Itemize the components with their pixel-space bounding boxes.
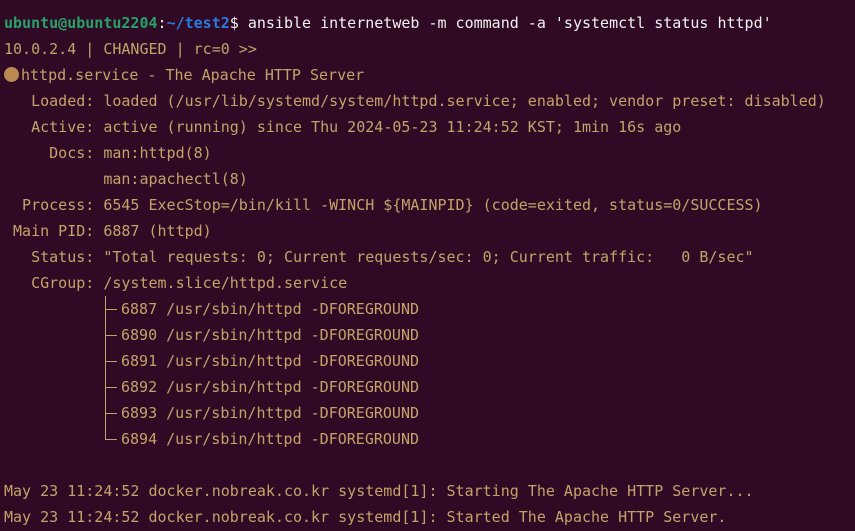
tree-branch-icon (105, 296, 117, 322)
docs-line: Docs: man:httpd(8) (4, 144, 212, 162)
main-pid-line: Main PID: 6887 (httpd) (4, 222, 212, 240)
cgroup-process: 6894 /usr/sbin/httpd -DFOREGROUND (121, 430, 420, 448)
process-line: Process: 6545 ExecStop=/bin/kill -WINCH … (4, 196, 763, 214)
result-header: 10.0.2.4 | CHANGED | rc=0 >> (4, 40, 257, 58)
command-text: ansible internetweb -m command -a 'syste… (238, 14, 772, 32)
tree-branch-icon (105, 348, 117, 374)
log-line: May 23 11:24:52 docker.nobreak.co.kr sys… (4, 482, 754, 500)
prompt-symbol: $ (229, 14, 239, 32)
service-title-line: httpd.service - The Apache HTTP Server (4, 62, 364, 88)
docs-line-2: man:apachectl(8) (4, 170, 248, 188)
cgroup-process: 6890 /usr/sbin/httpd -DFOREGROUND (121, 326, 420, 344)
status-dot-icon (4, 67, 19, 82)
cgroup-process: 6887 /usr/sbin/httpd -DFOREGROUND (121, 300, 420, 318)
prompt-user-host: ubuntu@ubuntu2204 (4, 14, 158, 32)
loaded-line: Loaded: loaded (/usr/lib/systemd/system/… (4, 92, 826, 110)
service-title: httpd.service - The Apache HTTP Server (21, 66, 365, 84)
active-line: Active: active (running) since Thu 2024-… (4, 118, 682, 136)
cgroup-process: 6892 /usr/sbin/httpd -DFOREGROUND (121, 378, 420, 396)
status-line: Status: "Total requests: 0; Current requ… (4, 248, 754, 266)
cgroup-process: 6891 /usr/sbin/httpd -DFOREGROUND (121, 352, 420, 370)
tree-branch-icon (105, 374, 117, 400)
cgroup-process: 6893 /usr/sbin/httpd -DFOREGROUND (121, 404, 420, 422)
log-line: May 23 11:24:52 docker.nobreak.co.kr sys… (4, 508, 727, 526)
command-line: ubuntu@ubuntu2204:~/test2$ ansible inter… (4, 10, 772, 36)
cgroup-line: CGroup: /system.slice/httpd.service (4, 274, 348, 292)
tree-last-branch-icon (105, 426, 117, 452)
tree-branch-icon (105, 322, 117, 348)
terminal-window[interactable]: ubuntu@ubuntu2204:~/test2$ ansible inter… (0, 0, 855, 531)
prompt-separator: : (157, 14, 167, 32)
prompt-path: ~/test2 (166, 14, 230, 32)
tree-branch-icon (105, 400, 117, 426)
